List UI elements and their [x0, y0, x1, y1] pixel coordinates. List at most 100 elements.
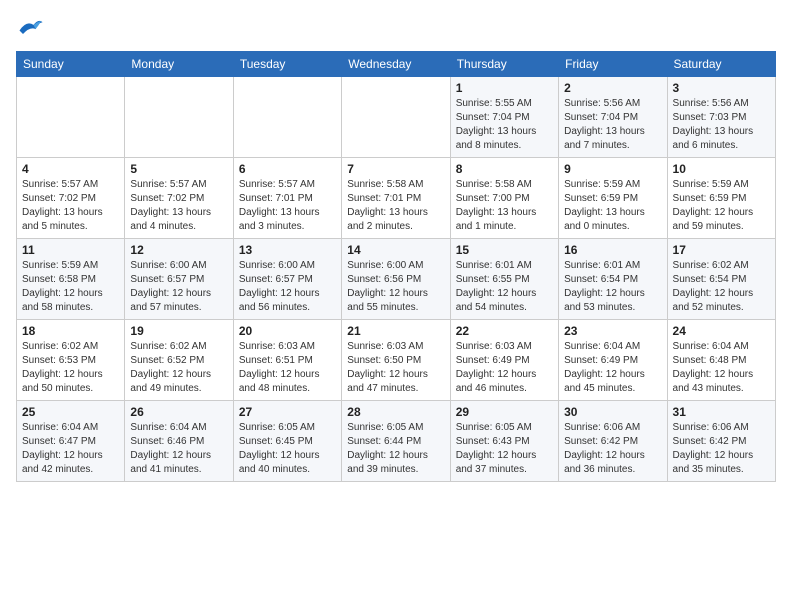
day-number: 5 — [130, 162, 227, 176]
day-number: 8 — [456, 162, 553, 176]
calendar-week-row: 1 Sunrise: 5:55 AM Sunset: 7:04 PM Daylig… — [17, 77, 776, 158]
day-number: 26 — [130, 405, 227, 419]
day-info: Sunrise: 6:05 AM Sunset: 6:45 PM Dayligh… — [239, 421, 336, 477]
calendar-week-row: 25Sunrise: 6:04 AM Sunset: 6:47 PM Dayli… — [17, 401, 776, 482]
day-number: 10 — [673, 162, 770, 176]
calendar-cell: 23 Sunrise: 6:04 AM Sunset: 6:49 PM Dayli… — [559, 320, 667, 401]
day-number: 6 — [239, 162, 336, 176]
day-number: 14 — [347, 243, 444, 257]
calendar-cell: 2 Sunrise: 5:56 AM Sunset: 7:04 PM Daylig… — [559, 77, 667, 158]
calendar-cell: 11 Sunrise: 5:59 AM Sunset: 6:58 PM Dayli… — [17, 239, 125, 320]
calendar-week-row: 18 Sunrise: 6:02 AM Sunset: 6:53 PM Dayli… — [17, 320, 776, 401]
day-header-tuesday: Tuesday — [233, 52, 341, 77]
calendar-cell: 4 Sunrise: 5:57 AM Sunset: 7:02 PM Daylig… — [17, 158, 125, 239]
calendar-cell: 13 Sunrise: 6:00 AM Sunset: 6:57 PM Dayli… — [233, 239, 341, 320]
day-number: 13 — [239, 243, 336, 257]
calendar-cell: 9 Sunrise: 5:59 AM Sunset: 6:59 PM Daylig… — [559, 158, 667, 239]
day-info: Sunrise: 5:59 AM Sunset: 6:59 PM Dayligh… — [673, 178, 770, 234]
calendar-cell — [125, 77, 233, 158]
day-info: Sunrise: 6:01 AM Sunset: 6:55 PM Dayligh… — [456, 259, 553, 315]
day-number: 16 — [564, 243, 661, 257]
calendar-cell: 15 Sunrise: 6:01 AM Sunset: 6:55 PM Dayli… — [450, 239, 558, 320]
day-number: 9 — [564, 162, 661, 176]
day-number: 11 — [22, 243, 119, 257]
day-info: Sunrise: 5:59 AM Sunset: 6:59 PM Dayligh… — [564, 178, 661, 234]
day-info: Sunrise: 6:04 AM Sunset: 6:46 PM Dayligh… — [130, 421, 227, 477]
day-info: Sunrise: 6:05 AM Sunset: 6:43 PM Dayligh… — [456, 421, 553, 477]
calendar-cell: 22 Sunrise: 6:03 AM Sunset: 6:49 PM Dayli… — [450, 320, 558, 401]
day-info: Sunrise: 6:04 AM Sunset: 6:48 PM Dayligh… — [673, 340, 770, 396]
day-number: 25 — [22, 405, 119, 419]
calendar-cell: 5 Sunrise: 5:57 AM Sunset: 7:02 PM Daylig… — [125, 158, 233, 239]
calendar-cell: 7 Sunrise: 5:58 AM Sunset: 7:01 PM Daylig… — [342, 158, 450, 239]
day-info: Sunrise: 6:03 AM Sunset: 6:50 PM Dayligh… — [347, 340, 444, 396]
day-number: 4 — [22, 162, 119, 176]
day-info: Sunrise: 6:05 AM Sunset: 6:44 PM Dayligh… — [347, 421, 444, 477]
logo — [16, 16, 48, 43]
day-info: Sunrise: 6:00 AM Sunset: 6:56 PM Dayligh… — [347, 259, 444, 315]
calendar-cell: 6 Sunrise: 5:57 AM Sunset: 7:01 PM Daylig… — [233, 158, 341, 239]
calendar-cell: 12 Sunrise: 6:00 AM Sunset: 6:57 PM Dayli… — [125, 239, 233, 320]
day-info: Sunrise: 5:59 AM Sunset: 6:58 PM Dayligh… — [22, 259, 119, 315]
calendar-cell: 25Sunrise: 6:04 AM Sunset: 6:47 PM Dayli… — [17, 401, 125, 482]
day-header-sunday: Sunday — [17, 52, 125, 77]
day-info: Sunrise: 6:00 AM Sunset: 6:57 PM Dayligh… — [239, 259, 336, 315]
day-header-monday: Monday — [125, 52, 233, 77]
day-header-friday: Friday — [559, 52, 667, 77]
day-number: 18 — [22, 324, 119, 338]
day-info: Sunrise: 6:04 AM Sunset: 6:49 PM Dayligh… — [564, 340, 661, 396]
calendar-cell: 26 Sunrise: 6:04 AM Sunset: 6:46 PM Dayli… — [125, 401, 233, 482]
page-header — [16, 16, 776, 43]
calendar-cell: 3 Sunrise: 5:56 AM Sunset: 7:03 PM Daylig… — [667, 77, 775, 158]
day-info: Sunrise: 5:58 AM Sunset: 7:01 PM Dayligh… — [347, 178, 444, 234]
calendar-cell: 14 Sunrise: 6:00 AM Sunset: 6:56 PM Dayli… — [342, 239, 450, 320]
day-number: 20 — [239, 324, 336, 338]
day-info: Sunrise: 5:57 AM Sunset: 7:02 PM Dayligh… — [22, 178, 119, 234]
day-info: Sunrise: 6:01 AM Sunset: 6:54 PM Dayligh… — [564, 259, 661, 315]
day-info: Sunrise: 5:57 AM Sunset: 7:02 PM Dayligh… — [130, 178, 227, 234]
day-number: 29 — [456, 405, 553, 419]
calendar-cell: 31Sunrise: 6:06 AM Sunset: 6:42 PM Dayli… — [667, 401, 775, 482]
logo-bird-icon — [16, 16, 44, 38]
day-number: 24 — [673, 324, 770, 338]
calendar-cell — [17, 77, 125, 158]
calendar-cell: 21 Sunrise: 6:03 AM Sunset: 6:50 PM Dayli… — [342, 320, 450, 401]
calendar-week-row: 4 Sunrise: 5:57 AM Sunset: 7:02 PM Daylig… — [17, 158, 776, 239]
day-info: Sunrise: 5:56 AM Sunset: 7:03 PM Dayligh… — [673, 97, 770, 153]
day-info: Sunrise: 6:02 AM Sunset: 6:53 PM Dayligh… — [22, 340, 119, 396]
day-number: 15 — [456, 243, 553, 257]
day-number: 17 — [673, 243, 770, 257]
calendar-header-row: SundayMondayTuesdayWednesdayThursdayFrid… — [17, 52, 776, 77]
day-info: Sunrise: 6:06 AM Sunset: 6:42 PM Dayligh… — [564, 421, 661, 477]
day-info: Sunrise: 6:00 AM Sunset: 6:57 PM Dayligh… — [130, 259, 227, 315]
calendar-cell: 17Sunrise: 6:02 AM Sunset: 6:54 PM Dayli… — [667, 239, 775, 320]
day-number: 21 — [347, 324, 444, 338]
calendar-cell: 10 Sunrise: 5:59 AM Sunset: 6:59 PM Dayli… — [667, 158, 775, 239]
calendar-cell: 30 Sunrise: 6:06 AM Sunset: 6:42 PM Dayli… — [559, 401, 667, 482]
day-number: 19 — [130, 324, 227, 338]
day-number: 23 — [564, 324, 661, 338]
day-number: 27 — [239, 405, 336, 419]
calendar-cell: 24 Sunrise: 6:04 AM Sunset: 6:48 PM Dayli… — [667, 320, 775, 401]
day-number: 7 — [347, 162, 444, 176]
calendar-cell: 27 Sunrise: 6:05 AM Sunset: 6:45 PM Dayli… — [233, 401, 341, 482]
calendar-cell — [342, 77, 450, 158]
day-number: 22 — [456, 324, 553, 338]
day-info: Sunrise: 5:55 AM Sunset: 7:04 PM Dayligh… — [456, 97, 553, 153]
day-number: 12 — [130, 243, 227, 257]
calendar-cell: 16 Sunrise: 6:01 AM Sunset: 6:54 PM Dayli… — [559, 239, 667, 320]
day-info: Sunrise: 6:03 AM Sunset: 6:49 PM Dayligh… — [456, 340, 553, 396]
calendar-week-row: 11 Sunrise: 5:59 AM Sunset: 6:58 PM Dayli… — [17, 239, 776, 320]
day-info: Sunrise: 6:06 AM Sunset: 6:42 PM Dayligh… — [673, 421, 770, 477]
day-number: 3 — [673, 81, 770, 95]
day-number: 2 — [564, 81, 661, 95]
day-info: Sunrise: 5:57 AM Sunset: 7:01 PM Dayligh… — [239, 178, 336, 234]
calendar-cell — [233, 77, 341, 158]
calendar-cell: 20Sunrise: 6:03 AM Sunset: 6:51 PM Dayli… — [233, 320, 341, 401]
day-number: 30 — [564, 405, 661, 419]
calendar-cell: 28 Sunrise: 6:05 AM Sunset: 6:44 PM Dayli… — [342, 401, 450, 482]
day-header-wednesday: Wednesday — [342, 52, 450, 77]
day-number: 28 — [347, 405, 444, 419]
day-number: 1 — [456, 81, 553, 95]
day-info: Sunrise: 5:56 AM Sunset: 7:04 PM Dayligh… — [564, 97, 661, 153]
